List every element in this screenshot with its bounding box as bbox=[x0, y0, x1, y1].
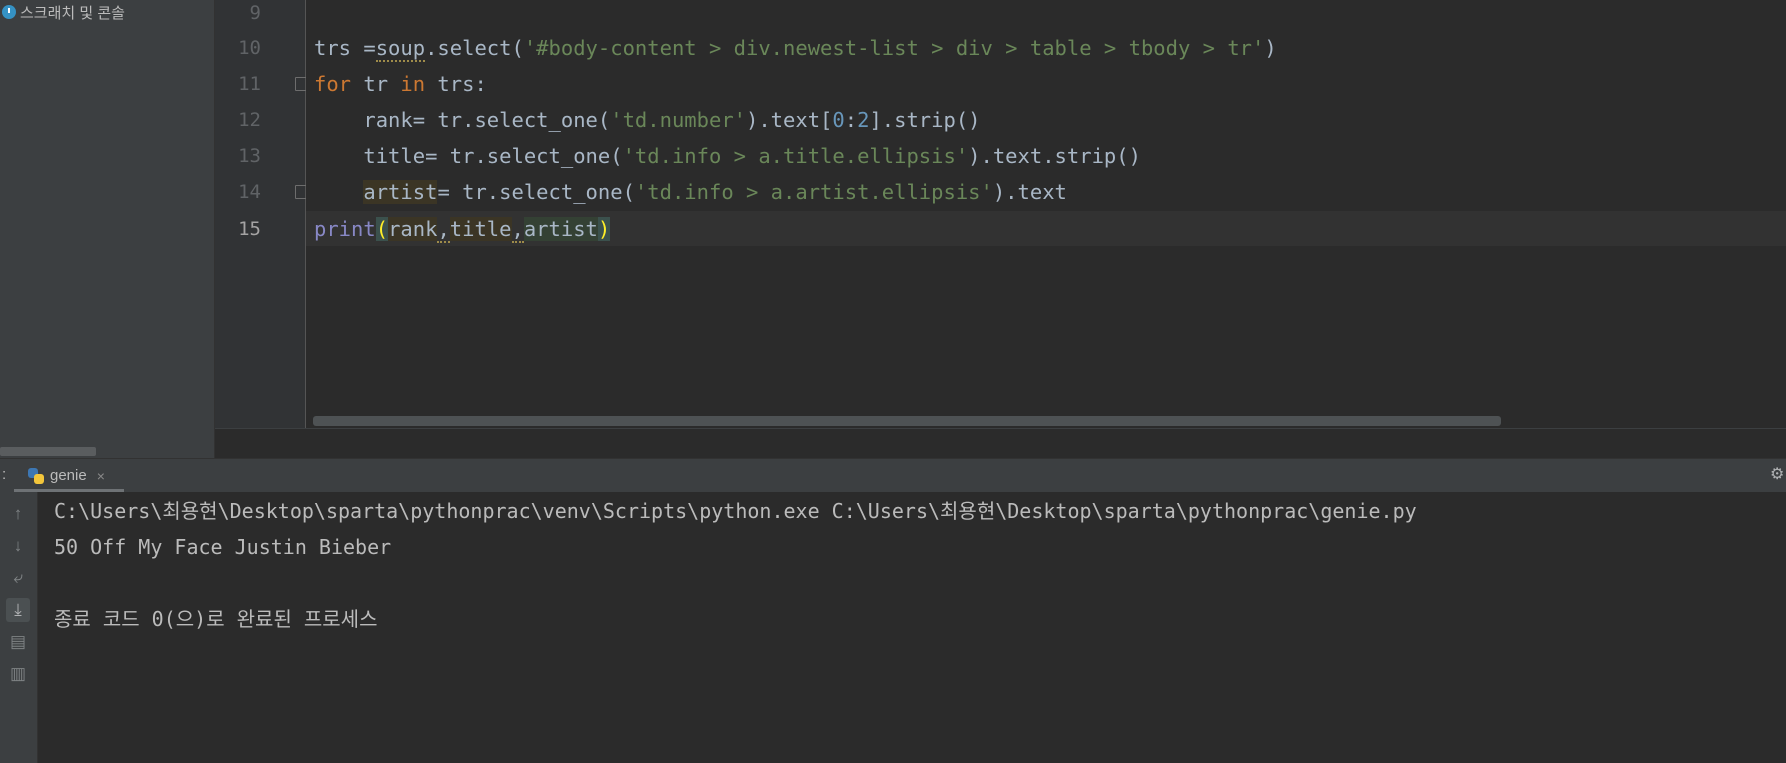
editor-horizontal-scrollbar[interactable] bbox=[313, 416, 1501, 426]
close-icon[interactable]: × bbox=[97, 468, 105, 484]
scratches-and-consoles-item[interactable]: 스크래치 및 콘솔 bbox=[2, 2, 125, 22]
scroll-to-end-icon[interactable]: ⤓ bbox=[6, 598, 30, 622]
line-number: 13 bbox=[238, 145, 261, 167]
console-output[interactable]: C:\Users\최용현\Desktop\sparta\pythonprac\v… bbox=[38, 492, 1786, 763]
line-number: 12 bbox=[238, 109, 261, 131]
run-label: : bbox=[2, 466, 7, 483]
trash-icon[interactable]: ▥ bbox=[6, 662, 30, 686]
soft-wrap-icon[interactable]: ⤶ bbox=[6, 566, 30, 590]
console-line: 종료 코드 0(으)로 완료된 프로세스 bbox=[54, 607, 378, 631]
run-tab-genie[interactable]: genie × bbox=[14, 459, 117, 492]
editor-gutter: 9 10 11 12 13 14 15 bbox=[215, 0, 306, 428]
project-horizontal-scrollbar[interactable] bbox=[0, 447, 96, 456]
console-line: C:\Users\최용현\Desktop\sparta\pythonprac\v… bbox=[54, 499, 1417, 523]
line-number: 14 bbox=[238, 181, 261, 203]
line-number: 11 bbox=[238, 73, 261, 95]
print-icon[interactable]: ▤ bbox=[6, 630, 30, 654]
up-arrow-icon[interactable]: ↑ bbox=[6, 502, 30, 526]
run-toolbar: ↑ ↓ ⤶ ⤓ ▤ ▥ bbox=[0, 492, 38, 763]
run-tool-window-header: : genie × ⚙ bbox=[0, 458, 1786, 493]
project-item-label: 스크래치 및 콘솔 bbox=[20, 4, 125, 22]
code-line-15: print(rank,title,artist) bbox=[314, 217, 611, 243]
line-number: 9 bbox=[249, 2, 261, 24]
line-number: 10 bbox=[238, 37, 261, 59]
console-line: 50 Off My Face Justin Bieber bbox=[54, 535, 392, 559]
code-line-14: artist= tr.select_one('td.info > a.artis… bbox=[363, 180, 1067, 204]
gear-icon[interactable]: ⚙ bbox=[1770, 467, 1786, 483]
project-panel: 스크래치 및 콘솔 bbox=[0, 0, 215, 458]
run-tab-label: genie bbox=[50, 467, 87, 484]
line-number-current: 15 bbox=[238, 218, 261, 240]
code-line-12: rank= tr.select_one('td.number').text[0:… bbox=[363, 108, 981, 132]
down-arrow-icon[interactable]: ↓ bbox=[6, 534, 30, 558]
python-file-icon bbox=[28, 467, 44, 484]
code-line-11: for tr in trs: bbox=[314, 72, 487, 96]
code-editor[interactable]: trs =soup.select('#body-content > div.ne… bbox=[306, 0, 1786, 428]
editor-bottom-area bbox=[215, 428, 1786, 459]
code-line-10: trs =soup.select('#body-content > div.ne… bbox=[314, 36, 1277, 62]
code-line-13: title= tr.select_one('td.info > a.title.… bbox=[363, 144, 1141, 168]
scratches-clock-icon bbox=[2, 5, 16, 19]
